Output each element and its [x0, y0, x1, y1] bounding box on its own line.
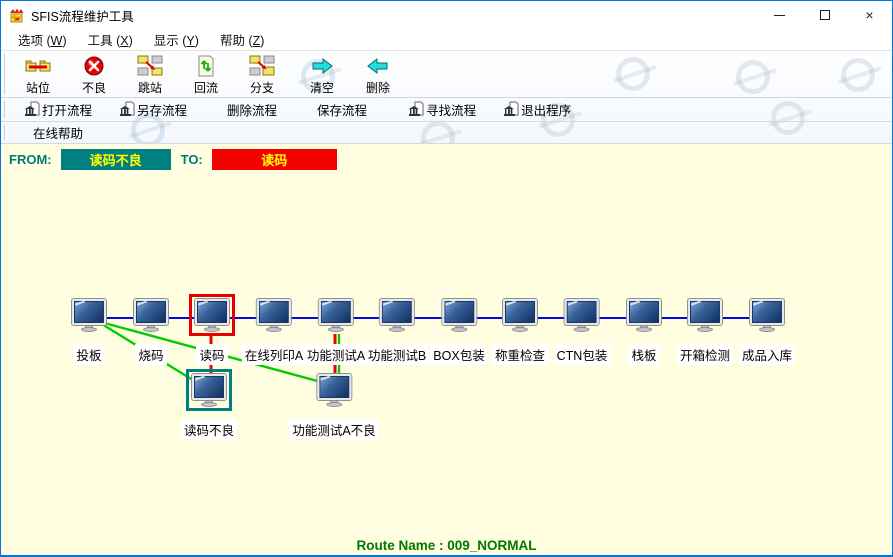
close-icon: × — [865, 7, 873, 23]
toolbar-gripper[interactable] — [4, 101, 7, 118]
station-node[interactable]: 烧码 — [128, 294, 174, 365]
branch-button[interactable]: 分支 — [235, 51, 289, 96]
station-label: 开箱检测 — [677, 344, 733, 365]
save-flow-button[interactable]: 保存流程 — [317, 100, 367, 119]
title-bar: SFIS流程维护工具 × — [1, 1, 892, 29]
exit-program-icon — [502, 101, 519, 118]
find-flow-button[interactable]: 寻找流程 — [407, 100, 476, 119]
minimize-icon — [774, 15, 785, 16]
status-bar: Route Name : 009_NORMAL — [1, 538, 892, 553]
online-help-button[interactable]: 在线帮助 — [33, 123, 83, 142]
menu-tools[interactable]: 工具 (X) — [79, 28, 145, 51]
route-name-text: Route Name : 009_NORMAL — [356, 538, 536, 553]
station-label: 称重检查 — [492, 344, 548, 365]
toolbar-flow: 打开流程 另存流程 删除流程 保存流程 — [1, 98, 892, 122]
skip-station-button[interactable]: 跳站 — [123, 51, 177, 96]
station-label: 烧码 — [135, 344, 166, 365]
toolbar-area: 站位 不良 跳站 — [1, 51, 892, 144]
branch-icon — [249, 55, 275, 77]
station-node[interactable]: 在线列印A — [242, 294, 306, 365]
monitor-icon — [128, 294, 174, 336]
station-node[interactable]: 功能测试B — [365, 294, 429, 365]
monitor-icon — [744, 294, 790, 336]
delete-button[interactable]: 删除 — [351, 51, 405, 96]
flow-canvas: FROM: 读码不良 TO: 读码 投板烧码读码在线列印A功能测试A功能测试BB… — [1, 144, 892, 556]
exit-program-button[interactable]: 退出程序 — [502, 100, 571, 119]
station-link-icon — [25, 55, 51, 77]
monitor-icon — [559, 294, 605, 336]
saveas-flow-icon — [118, 101, 135, 118]
station-label: 栈板 — [628, 344, 659, 365]
menu-display[interactable]: 显示 (Y) — [145, 28, 211, 51]
station-node[interactable]: 读码不良 — [181, 369, 237, 440]
monitor-icon — [311, 369, 357, 411]
station-button[interactable]: 站位 — [11, 51, 65, 96]
defect-icon — [81, 55, 107, 77]
monitor-icon — [374, 294, 420, 336]
monitor-icon — [189, 294, 235, 336]
monitor-icon — [497, 294, 543, 336]
station-label: 功能测试A不良 — [289, 419, 378, 440]
station-label: 成品入库 — [739, 344, 795, 365]
maximize-icon — [820, 10, 830, 20]
save-as-flow-button[interactable]: 另存流程 — [118, 100, 187, 119]
find-flow-icon — [407, 101, 424, 118]
station-node[interactable]: BOX包装 — [430, 294, 487, 365]
window-title: SFIS流程维护工具 — [31, 6, 134, 25]
monitor-icon — [186, 369, 232, 411]
monitor-icon — [436, 294, 482, 336]
station-label: 读码 — [196, 344, 227, 365]
clear-button[interactable]: 清空 — [295, 51, 349, 96]
station-node[interactable]: 投板 — [66, 294, 112, 365]
menu-help[interactable]: 帮助 (Z) — [211, 28, 276, 51]
maximize-button[interactable] — [802, 1, 847, 29]
toolbar-gripper[interactable] — [4, 54, 7, 94]
station-label: 功能测试A — [304, 344, 368, 365]
defect-button[interactable]: 不良 — [67, 51, 121, 96]
station-node[interactable]: 读码 — [189, 294, 235, 365]
toolbar-gripper[interactable] — [4, 125, 7, 140]
station-node[interactable]: 称重检查 — [492, 294, 548, 365]
delete-flow-button[interactable]: 删除流程 — [227, 100, 277, 119]
station-label: BOX包装 — [430, 344, 487, 365]
menu-bar: 选项 (W) 工具 (X) 显示 (Y) 帮助 (Z) — [1, 29, 892, 51]
station-label: 在线列印A — [242, 344, 306, 365]
station-label: 功能测试B — [365, 344, 429, 365]
open-flow-icon — [23, 101, 40, 118]
toolbar-main: 站位 不良 跳站 — [1, 51, 892, 98]
flow-diagram: 投板 烧码 读码在线列印A功能测试A功能测试BBOX包装称重检查 CTN包装栈板开箱检… — [1, 144, 893, 556]
station-node[interactable]: CTN包装 — [554, 294, 611, 365]
clear-arrow-icon — [309, 55, 335, 77]
close-button[interactable]: × — [847, 1, 892, 29]
monitor-icon — [251, 294, 297, 336]
monitor-icon — [313, 294, 359, 336]
monitor-icon — [621, 294, 667, 336]
station-node[interactable]: 功能测试A不良 — [289, 369, 378, 440]
station-node[interactable]: 开箱检测 — [677, 294, 733, 365]
app-window: SFIS流程维护工具 × 选项 (W) 工具 (X) 显示 (Y) 帮助 (Z) — [0, 0, 893, 557]
menu-options[interactable]: 选项 (W) — [9, 28, 79, 51]
reflow-button[interactable]: 回流 — [179, 51, 233, 96]
station-node[interactable]: 成品入库 — [739, 294, 795, 365]
monitor-icon — [682, 294, 728, 336]
minimize-button[interactable] — [757, 1, 802, 29]
toolbar-help: 在线帮助 — [1, 122, 892, 144]
open-flow-button[interactable]: 打开流程 — [23, 100, 92, 119]
monitor-icon — [66, 294, 112, 336]
reflow-icon — [193, 55, 219, 77]
station-label: 投板 — [73, 344, 104, 365]
station-node[interactable]: 功能测试A — [304, 294, 368, 365]
app-icon — [8, 7, 25, 24]
skip-station-icon — [137, 55, 163, 77]
station-label: CTN包装 — [554, 344, 611, 365]
delete-arrow-icon — [365, 55, 391, 77]
station-node[interactable]: 栈板 — [621, 294, 667, 365]
station-label: 读码不良 — [181, 419, 237, 440]
